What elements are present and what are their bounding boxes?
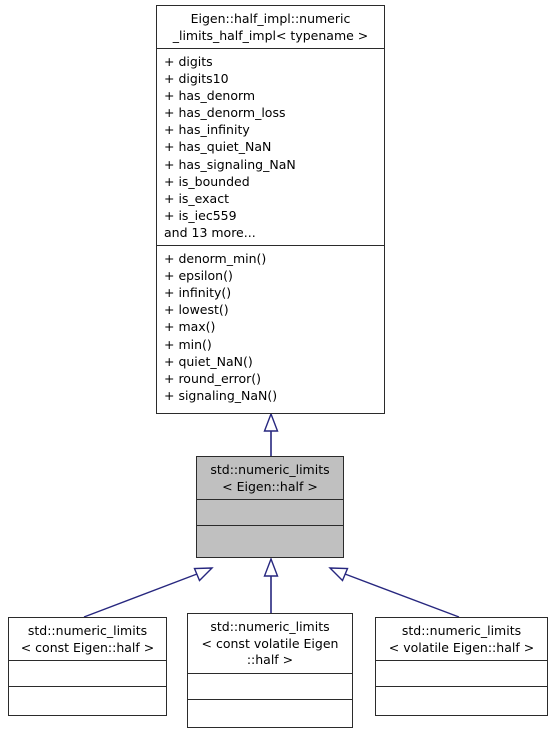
class-member-row: + has_quiet_NaN <box>164 139 272 155</box>
class-member-row: + digits <box>164 54 213 69</box>
class-member-row: + has_denorm <box>164 88 256 104</box>
class-member-row: + signaling_NaN() <box>164 387 278 403</box>
class-member-row: + is_iec559 <box>164 207 237 223</box>
class-member-row: + quiet_NaN() <box>164 353 253 369</box>
class-member-row: and 13 more... <box>164 224 256 240</box>
class-methods-base: + denorm_min() + epsilon() + infinity() + l… <box>157 245 384 408</box>
class-member-row: + infinity() <box>164 285 232 301</box>
class-member-row: + has_infinity <box>164 122 250 138</box>
class-title-derived-const-volatile: std::numeric_limits < const volatile Eig… <box>201 619 339 667</box>
class-member-row: + min() <box>164 336 212 352</box>
class-attributes-derived-volatile <box>376 660 547 686</box>
class-box-focus[interactable]: std::numeric_limits < Eigen::half > <box>196 456 344 558</box>
class-member-row: + epsilon() <box>164 268 233 284</box>
class-member-row: + denorm_min() <box>164 251 267 267</box>
class-attributes-derived-const <box>9 660 166 686</box>
class-attributes-focus <box>197 499 343 525</box>
edge-const-volatile-to-focus <box>263 557 279 613</box>
edge-focus-to-base <box>263 412 279 456</box>
class-member-row: + round_error() <box>164 370 262 386</box>
uml-class-diagram: Eigen::half_impl::numeric _limits_half_i… <box>0 0 556 734</box>
class-attributes-base: + digits + digits10 + has_denorm + has_deno… <box>157 48 384 245</box>
class-methods-derived-const <box>9 686 166 712</box>
class-box-derived-const[interactable]: std::numeric_limits < const Eigen::half … <box>8 617 167 716</box>
class-member-row: + digits10 <box>164 71 229 87</box>
class-member-row: + has_denorm_loss <box>164 105 286 121</box>
class-methods-derived-volatile <box>376 686 547 712</box>
edge-const-to-focus <box>83 567 214 618</box>
class-title-derived-const: std::numeric_limits < const Eigen::half … <box>20 623 155 655</box>
class-attributes-derived-const-volatile <box>188 672 352 699</box>
class-methods-derived-const-volatile <box>188 698 352 725</box>
class-title-base: Eigen::half_impl::numeric _limits_half_i… <box>172 11 369 43</box>
class-member-row: + is_bounded <box>164 173 250 189</box>
class-member-row: + max() <box>164 319 216 335</box>
class-methods-focus <box>197 525 343 551</box>
class-title-focus: std::numeric_limits < Eigen::half > <box>210 462 330 494</box>
class-title-derived-volatile: std::numeric_limits < volatile Eigen::ha… <box>388 623 535 655</box>
class-box-base[interactable]: Eigen::half_impl::numeric _limits_half_i… <box>156 5 385 414</box>
class-member-row: + is_exact <box>164 190 229 206</box>
class-member-row: + has_signaling_NaN <box>164 156 296 172</box>
edge-volatile-to-focus <box>328 567 460 618</box>
class-member-row: + lowest() <box>164 302 229 318</box>
class-box-derived-const-volatile[interactable]: std::numeric_limits < const volatile Eig… <box>187 613 353 728</box>
class-box-derived-volatile[interactable]: std::numeric_limits < volatile Eigen::ha… <box>375 617 548 716</box>
